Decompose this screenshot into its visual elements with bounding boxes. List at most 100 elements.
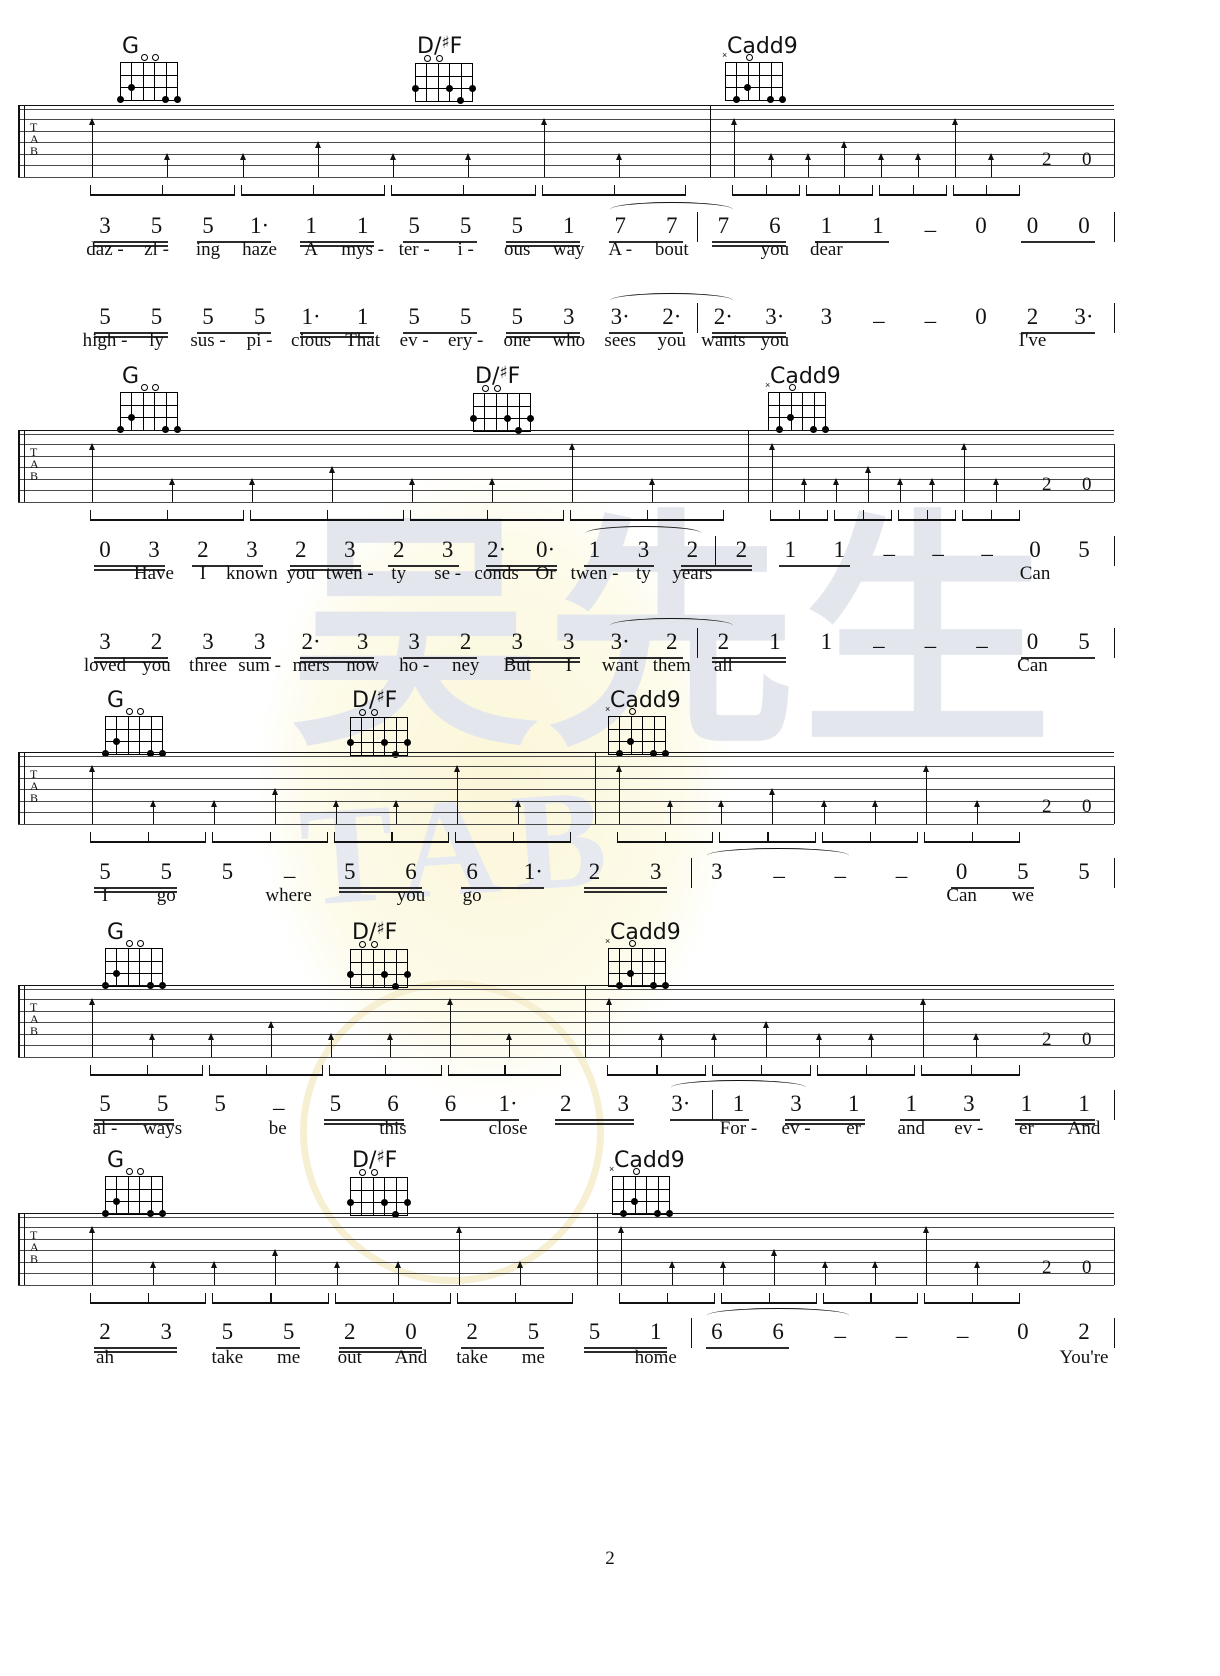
open-string-marker	[370, 1169, 378, 1176]
note-1: 1	[649, 1319, 662, 1344]
strum-arrow	[972, 1032, 979, 1057]
beam-bracket	[328, 1065, 442, 1076]
chord-name: Cadd9	[614, 1148, 685, 1173]
strum-arrow	[973, 799, 980, 824]
strum-arrow	[394, 1260, 401, 1285]
strum-arrow	[871, 799, 878, 824]
strum-arrow	[89, 765, 95, 824]
note-5: 5	[156, 1091, 169, 1116]
fret-dot	[631, 1197, 639, 1205]
lyric-syllable: go	[156, 885, 176, 906]
chord-name: Cadd9	[610, 688, 681, 713]
note-1: 1	[784, 537, 797, 562]
note-0: 0	[975, 213, 987, 238]
note-5: 5	[150, 304, 163, 329]
note-5: 5	[459, 304, 472, 329]
lyric-syllable: And	[1067, 1118, 1101, 1139]
beam-bracket	[391, 185, 536, 196]
note-1: 1	[356, 304, 369, 329]
lyrics-line: al - ways be this close For - ev - er and ev - er A…	[0, 1119, 1220, 1145]
open-string-marker	[370, 709, 378, 716]
beam-bracket	[90, 510, 244, 521]
held-note-dash: –	[956, 1323, 969, 1348]
note-1: 1	[872, 213, 884, 238]
chord-grid	[101, 940, 166, 990]
slur-arc	[610, 202, 734, 217]
note-2: 2	[1078, 1319, 1090, 1344]
fret-dot	[468, 84, 476, 92]
strum-arrow	[569, 443, 575, 502]
fret-dot	[744, 83, 752, 91]
beam-bracket	[732, 185, 800, 196]
strum-arrow	[929, 477, 935, 502]
staff-end-barline	[1114, 444, 1115, 502]
chord-diagram-G: G	[116, 366, 194, 434]
open-string-marker	[482, 385, 490, 392]
notation-barline	[697, 628, 699, 658]
open-string-marker	[435, 55, 443, 62]
held-note-dash: –	[981, 541, 993, 566]
note-1: 1	[588, 537, 601, 562]
slur-arc	[610, 293, 734, 308]
chord-diagram-D/#F: D/♯F	[411, 33, 489, 105]
slur-arc	[610, 618, 734, 633]
notation-end-barline	[1114, 858, 1115, 888]
strum-arrow	[920, 998, 927, 1057]
strum-arrow	[668, 1260, 675, 1285]
strum-arrow	[271, 788, 278, 824]
strum-arrow	[961, 443, 967, 502]
strum-arrow	[667, 799, 674, 824]
beam-bracket	[456, 1293, 573, 1304]
beam-bracket	[334, 1293, 451, 1304]
beam-bracket	[898, 510, 956, 521]
lyrics-line: Have Iknown you twen - ty se - conds Or twen - ty…	[0, 564, 1220, 590]
lyric-syllable: Can	[1019, 563, 1051, 584]
strum-arrow	[833, 477, 839, 502]
note-1: 1	[769, 629, 781, 654]
note-2: 2·	[301, 629, 321, 654]
beam-bracket	[805, 185, 873, 196]
staff-barline	[595, 752, 596, 824]
note-3: 3	[246, 537, 258, 562]
beam-bracket	[822, 1293, 919, 1304]
beam-bracket	[719, 832, 816, 843]
muted-string-marker: ×	[605, 936, 611, 946]
note-1: 1	[820, 213, 833, 238]
note-3: 3	[99, 213, 111, 238]
muted-string-marker: ×	[722, 50, 728, 60]
lyric-syllable: we	[1011, 885, 1034, 906]
tab-fret-number: 2	[1042, 1028, 1052, 1050]
strum-arrow	[922, 765, 929, 824]
note-5: 5	[408, 213, 420, 238]
open-string-marker	[628, 708, 636, 715]
open-string-marker	[745, 54, 753, 61]
note-5: 5	[408, 304, 420, 329]
sharp-symbol: ♯	[499, 363, 508, 383]
beam-bracket	[333, 832, 450, 843]
note-0: 0	[1026, 629, 1039, 654]
note-3: 3	[562, 304, 575, 329]
note-2: 2	[150, 629, 163, 654]
note-5: 5	[202, 213, 214, 238]
strum-arrow	[210, 799, 217, 824]
strum-arrow	[815, 1032, 822, 1057]
note-3: 3	[202, 629, 214, 654]
note-2: 2	[459, 629, 472, 654]
note-5: 5	[1017, 859, 1029, 884]
strum-arrow	[267, 1021, 274, 1057]
chord-diagram-Cadd9: Cadd9 ×	[605, 688, 682, 758]
note-5: 5	[99, 304, 111, 329]
strum-arrow	[649, 477, 655, 502]
sharp-symbol: ♯	[376, 687, 385, 707]
slur-arc	[584, 526, 703, 541]
note-2: 2·	[713, 304, 733, 329]
held-note-dash: –	[895, 863, 908, 888]
lyric-syllable: this	[379, 1118, 407, 1139]
chord-grid	[101, 1168, 166, 1218]
strum-arrow	[454, 765, 461, 824]
staff-end-barline	[1114, 119, 1115, 177]
chord-diagram-D/#F: D/♯F	[346, 919, 424, 991]
note-5: 5	[214, 1091, 226, 1116]
fret-dot	[346, 1198, 354, 1206]
note-6: 6	[769, 213, 781, 238]
